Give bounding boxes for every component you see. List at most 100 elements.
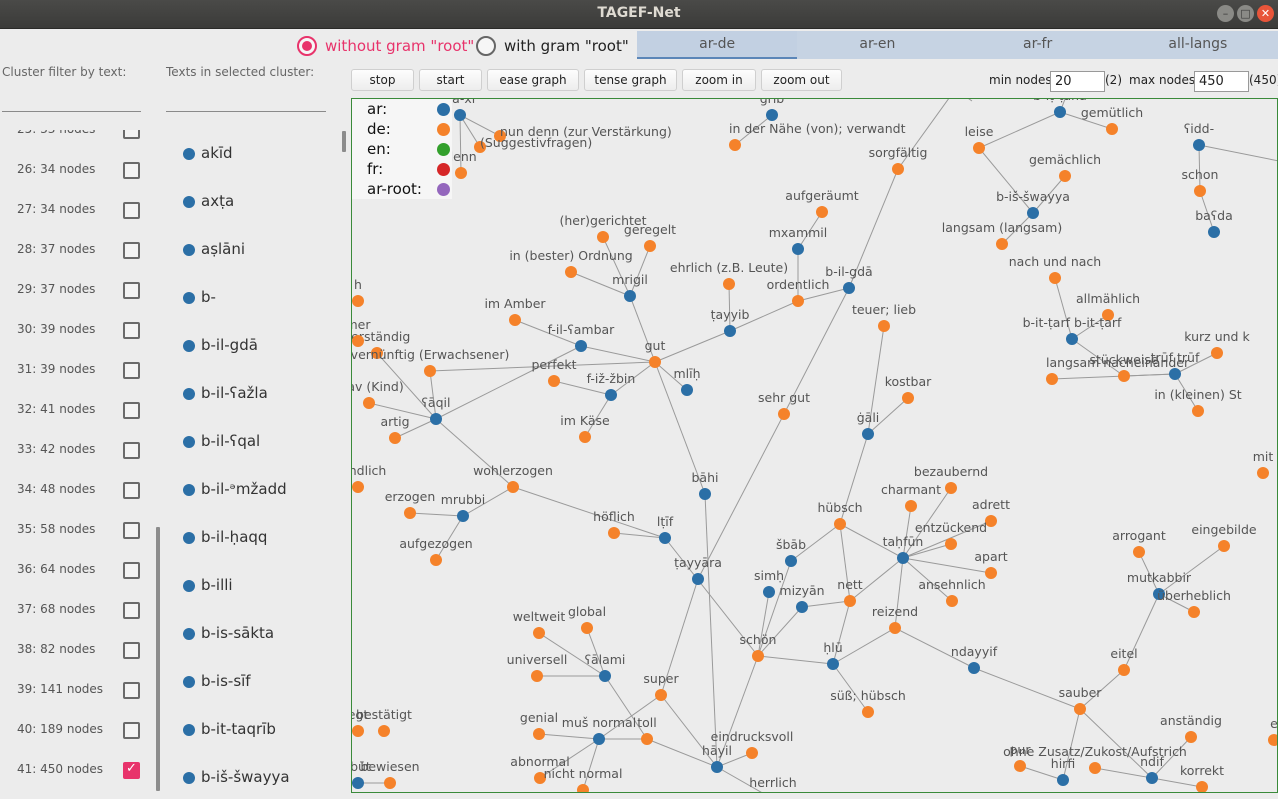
ar-node-dot[interactable] <box>785 555 797 567</box>
ar-node-dot[interactable] <box>1066 333 1078 345</box>
text-list-item[interactable]: b-is-sākta <box>165 610 340 658</box>
radio-without-root[interactable]: without gram "root" <box>297 36 474 56</box>
cluster-checkbox[interactable] <box>123 242 140 259</box>
de-node-dot[interactable] <box>641 733 653 745</box>
graph-node-bilgda[interactable]: b-il-gdā <box>825 264 873 294</box>
de-node-dot[interactable] <box>548 375 560 387</box>
de-node-dot[interactable] <box>1049 272 1061 284</box>
de-node-dot[interactable] <box>352 335 364 347</box>
text-list-item[interactable]: b-illi <box>165 562 340 610</box>
graph-node-mrigil[interactable]: mrigil <box>612 272 648 302</box>
de-node-dot[interactable] <box>581 622 593 634</box>
de-node-dot[interactable] <box>1188 606 1200 618</box>
de-node-dot[interactable] <box>644 240 656 252</box>
graph-node-mxammil[interactable]: mxammil <box>769 225 828 255</box>
cluster-row[interactable]: 26: 34 nodes <box>0 150 150 190</box>
graph-node-sauber[interactable]: sauber <box>1059 685 1103 715</box>
cluster-checkbox[interactable] <box>123 162 140 179</box>
graph-node-hubsch[interactable]: hübsch <box>817 500 863 530</box>
de-node-dot[interactable] <box>352 481 364 493</box>
de-node-dot[interactable] <box>723 278 735 290</box>
de-node-dot[interactable] <box>430 554 442 566</box>
de-node-dot[interactable] <box>945 538 957 550</box>
cluster-checkbox[interactable] <box>123 402 140 419</box>
graph-node-gemachlich[interactable]: gemächlich <box>1029 152 1101 182</box>
ar-node-dot[interactable] <box>792 243 804 255</box>
ar-node-dot[interactable] <box>827 658 839 670</box>
de-node-dot[interactable] <box>565 266 577 278</box>
graph-node-suggest[interactable]: (Suggestivfragen) <box>474 135 592 153</box>
graph-svg[interactable]: ya-xinun denn (zur Verstärkung)(Suggesti… <box>352 99 1278 793</box>
tense-graph-button[interactable]: tense graph <box>584 69 677 91</box>
graph-node-gut[interactable]: gut <box>645 338 666 368</box>
ar-node-dot[interactable] <box>1208 226 1220 238</box>
de-node-dot[interactable] <box>1118 664 1130 676</box>
graph-canvas[interactable]: ya-xinun denn (zur Verstärkung)(Suggesti… <box>351 98 1278 793</box>
ar-node-dot[interactable] <box>897 552 909 564</box>
ar-node-dot[interactable] <box>599 670 611 682</box>
graph-node-global[interactable]: global <box>568 604 606 634</box>
de-node-dot[interactable] <box>1089 762 1101 774</box>
tab-all-langs[interactable]: all-langs <box>1118 31 1278 59</box>
text-list-item[interactable]: aṣlāni <box>165 226 340 274</box>
de-node-dot[interactable] <box>752 650 764 662</box>
cluster-checkbox[interactable] <box>123 442 140 459</box>
de-node-dot[interactable] <box>352 295 364 307</box>
zoom-out-button[interactable]: zoom out <box>761 69 842 91</box>
cluster-row[interactable]: 34: 48 nodes <box>0 470 150 510</box>
graph-node-artig[interactable]: artig <box>380 414 410 444</box>
graph-node-fizzbin[interactable]: f-iž-žbin <box>587 371 636 401</box>
cluster-checkbox[interactable] <box>123 602 140 619</box>
de-node-dot[interactable] <box>1074 703 1086 715</box>
de-node-dot[interactable] <box>389 432 401 444</box>
de-node-dot[interactable] <box>844 595 856 607</box>
ar-node-dot[interactable] <box>763 586 775 598</box>
ar-node-dot[interactable] <box>605 389 617 401</box>
texts-filter-input[interactable] <box>166 88 326 112</box>
cluster-row[interactable]: 25: 33 nodes <box>0 130 150 150</box>
graph-node-korrekt[interactable]: korrekt <box>1180 763 1224 793</box>
graph-node-tbut[interactable]: ṯbūt <box>352 759 371 789</box>
text-list-item[interactable]: b-il-ᵊmžadd <box>165 466 340 514</box>
de-node-dot[interactable] <box>905 500 917 512</box>
de-node-dot[interactable] <box>384 777 396 789</box>
de-node-dot[interactable] <box>597 231 609 243</box>
ar-node-dot[interactable] <box>766 109 778 121</box>
cluster-row[interactable]: 28: 37 nodes <box>0 230 150 270</box>
de-node-dot[interactable] <box>655 689 667 701</box>
de-node-dot[interactable] <box>455 167 467 179</box>
de-node-dot[interactable] <box>649 356 661 368</box>
text-list-item[interactable]: akīd <box>165 130 340 178</box>
ar-node-dot[interactable] <box>454 109 466 121</box>
cluster-checkbox[interactable] <box>123 522 140 539</box>
cluster-row[interactable]: 38: 82 nodes <box>0 630 150 670</box>
radio-indicator[interactable] <box>476 36 496 56</box>
de-node-dot[interactable] <box>1133 546 1145 558</box>
de-node-dot[interactable] <box>889 622 901 634</box>
de-node-dot[interactable] <box>892 163 904 175</box>
graph-node-kostbar[interactable]: kostbar <box>885 374 932 404</box>
cluster-row[interactable]: 32: 41 nodes <box>0 390 150 430</box>
cluster-list-scrollbar[interactable] <box>156 527 160 791</box>
de-node-dot[interactable] <box>792 295 804 307</box>
graph-node-aufgezogen[interactable]: aufgezogen <box>399 536 473 566</box>
graph-node-tahfun[interactable]: taḥfūn <box>883 534 924 564</box>
graph-node-standlich[interactable]: ständlich <box>352 463 386 493</box>
cluster-row[interactable]: 35: 58 nodes <box>0 510 150 550</box>
ar-node-dot[interactable] <box>575 340 587 352</box>
graph-node-musnormal[interactable]: muš normal <box>562 715 636 745</box>
graph-node-universell[interactable]: universell <box>507 652 568 682</box>
graph-node-vernunftig[interactable]: vernünftig (Erwachsener) <box>352 347 509 377</box>
graph-node-basda[interactable]: baʕda <box>1195 208 1233 238</box>
ar-node-dot[interactable] <box>724 325 736 337</box>
ar-node-dot[interactable] <box>352 777 364 789</box>
graph-node-mizyan[interactable]: mizyān <box>779 583 825 613</box>
de-node-dot[interactable] <box>1192 405 1204 417</box>
close-button[interactable]: ✕ <box>1257 5 1274 22</box>
ar-node-dot[interactable] <box>1169 368 1181 380</box>
zoom-in-button[interactable]: zoom in <box>682 69 756 91</box>
de-node-dot[interactable] <box>507 481 519 493</box>
graph-node-uberheblich[interactable]: überheblich <box>1157 588 1231 618</box>
tab-ar-en[interactable]: ar-en <box>797 31 957 59</box>
ar-node-dot[interactable] <box>711 761 723 773</box>
